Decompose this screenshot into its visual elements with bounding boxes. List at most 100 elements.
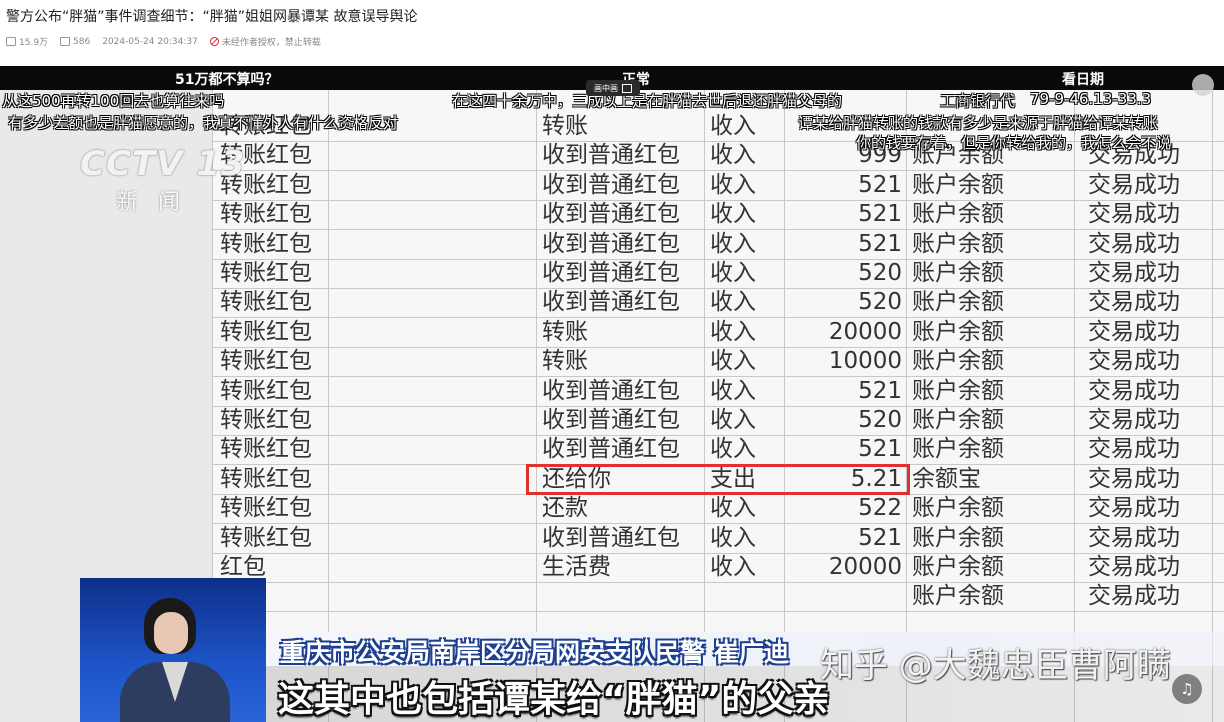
table-cell-desc: 收到普通红包 (542, 230, 680, 257)
table-cell-dir: 收入 (710, 142, 756, 169)
table-cell-amount: 521 (858, 201, 902, 228)
news-anchor-inset (80, 578, 266, 722)
table-cell-acct: 账户余额 (912, 201, 1004, 228)
comment-count[interactable]: 586 (60, 37, 90, 47)
table-cell-amount: 522 (858, 495, 902, 522)
table-cell-amount: 20000 (828, 554, 902, 580)
table-cell-desc: 转账 (542, 113, 588, 139)
table-cell-dir: 收入 (710, 495, 756, 522)
table-cell-acct: 账户余额 (912, 289, 1004, 316)
table-cell-desc: 收到普通红包 (542, 142, 680, 169)
table-cell-amount: 520 (858, 260, 902, 286)
table-cell-type: 转账红包 (220, 318, 312, 345)
table-cell-acct: 账户余额 (912, 260, 1004, 286)
table-cell-type: 转账红包 (220, 348, 312, 375)
table-cell-dir: 收入 (710, 524, 756, 551)
table-cell-status: 交易成功 (1088, 524, 1180, 551)
table-cell-desc: 收到普通红包 (542, 260, 680, 286)
video-corner-button[interactable] (1192, 74, 1214, 96)
table-row: 账户余额 交易成功 (212, 582, 1224, 613)
table-row: 转账红包 收到普通红包 收入 520 账户余额 交易成功 (212, 406, 1224, 436)
table-row: 转账红包 收到普通红包 收入 521 账户余额 交易成功 (212, 524, 1224, 554)
danmaku-comment: 工商银行代 (940, 92, 1016, 110)
table-cell-acct: 账户余额 (912, 436, 1004, 463)
danmaku-comment: 谭某给胖猫转账的钱款有多少是来源于胖猫给谭某转账 (798, 114, 1159, 132)
table-cell-status: 交易成功 (1088, 260, 1180, 286)
table-cell-status: 交易成功 (1088, 495, 1180, 522)
table-row: 转账红包 转账 收入 10000 账户余额 交易成功 (212, 347, 1224, 378)
table-cell-type: 转账红包 (220, 201, 312, 228)
table-cell-dir: 收入 (710, 230, 756, 257)
table-cell-amount: 521 (858, 436, 902, 463)
table-cell-type: 转账红包 (220, 377, 312, 404)
table-cell-status: 交易成功 (1088, 583, 1180, 610)
table-cell-type: 转账红包 (220, 465, 312, 492)
danmaku-comment: 在这四十余万中，三成以上是在胖猫去世后退还胖猫父母的 (452, 92, 843, 110)
pip-icon (622, 83, 632, 93)
table-cell-desc: 生活费 (542, 554, 611, 580)
cctv-logo: CCTV 13 (80, 144, 246, 184)
table-cell-dir: 收入 (710, 407, 756, 433)
danmaku-comment: 有多少差额也是胖猫愿意的，我真不懂外人有什么资格反对 (8, 114, 399, 132)
table-cell-amount: 10000 (828, 348, 902, 375)
table-cell-desc: 转账 (542, 348, 588, 375)
table-row: 转账红包 收到普通红包 收入 520 账户余额 交易成功 (212, 288, 1224, 319)
table-cell-amount: 20000 (828, 318, 902, 345)
table-cell-status: 交易成功 (1088, 289, 1180, 316)
table-cell-dir: 收入 (710, 113, 756, 139)
table-cell-status: 交易成功 (1088, 230, 1180, 257)
table-cell-desc: 收到普通红包 (542, 407, 680, 433)
table-cell-dir: 收入 (710, 348, 756, 375)
table-row: 转账红包 转账 收入 20000 账户余额 交易成功 (212, 318, 1224, 348)
table-cell-amount: 520 (858, 289, 902, 316)
view-count: 15.9万 (6, 35, 48, 48)
table-cell-amount: 521 (858, 230, 902, 257)
table-cell-acct: 账户余额 (912, 554, 1004, 580)
table-row: 转账红包 还款 收入 522 账户余额 交易成功 (212, 494, 1224, 525)
table-cell-dir: 收入 (710, 171, 756, 198)
table-cell-desc: 收到普通红包 (542, 436, 680, 463)
article-title: 警方公布“胖猫”事件调查细节：“胖猫”姐姐网暴谭某 故意误导舆论 (6, 9, 418, 25)
table-cell-acct: 余额宝 (912, 465, 981, 492)
video-player[interactable]: 转账红包 转账 收入 转账红包 收到普通红包 收入 999 账户余额 交易成功 转账红包 收到普通红… (0, 66, 1224, 722)
table-cell-acct: 账户余额 (912, 407, 1004, 433)
highlight-box (526, 463, 910, 495)
table-cell-dir: 收入 (710, 436, 756, 463)
table-cell-status: 交易成功 (1088, 465, 1180, 492)
table-cell-desc: 收到普通红包 (542, 201, 680, 228)
forbidden-icon (209, 37, 219, 46)
table-cell-amount: 521 (858, 377, 902, 404)
table-cell-type: 转账红包 (220, 436, 312, 463)
danmaku-comment: 79-9-46.13-33.3 (1030, 90, 1152, 108)
comment-icon (60, 37, 71, 46)
table-cell-desc: 收到普通红包 (542, 524, 680, 551)
table-cell-dir: 收入 (710, 377, 756, 404)
table-row: 红包 生活费 收入 20000 账户余额 交易成功 (212, 553, 1224, 583)
table-cell-status: 交易成功 (1088, 318, 1180, 345)
article-meta: 15.9万 586 2024-05-24 20:34:37 未经作者授权，禁止转… (6, 35, 321, 48)
zhihu-watermark: 知乎 @大魏忠臣曹阿瞒 (820, 646, 1171, 686)
table-cell-acct: 账户余额 (912, 318, 1004, 345)
copyright-notice: 未经作者授权，禁止转载 (209, 35, 321, 48)
play-icon (6, 37, 16, 46)
table-cell-desc: 转账 (542, 318, 588, 345)
volume-icon[interactable]: ♫ (1172, 674, 1202, 704)
table-row: 转账红包 收到普通红包 收入 520 账户余额 交易成功 (212, 259, 1224, 289)
table-cell-amount: 520 (858, 407, 902, 433)
table-cell-type: 转账红包 (220, 495, 312, 522)
picture-in-picture-button[interactable]: 画中画 (586, 80, 640, 96)
table-cell-status: 交易成功 (1088, 554, 1180, 580)
table-row: 转账红包 收到普通红包 收入 521 账户余额 交易成功 (212, 171, 1224, 201)
table-cell-desc: 还款 (542, 495, 588, 522)
publish-time: 2024-05-24 20:34:37 (102, 36, 198, 47)
cctv-logo-sub: 新闻 (116, 190, 201, 215)
table-cell-status: 交易成功 (1088, 171, 1180, 198)
table-cell-type: 转账红包 (220, 230, 312, 257)
table-cell-amount (784, 582, 902, 611)
top-caption-right: 看日期 (1062, 72, 1104, 88)
table-cell-dir: 收入 (710, 318, 756, 345)
table-cell-type: 转账红包 (220, 407, 312, 433)
table-cell-acct: 账户余额 (912, 348, 1004, 375)
transaction-table: 转账红包 转账 收入 转账红包 收到普通红包 收入 999 账户余额 交易成功 转账红包 收到普通红… (212, 90, 1224, 722)
table-cell-amount: 521 (858, 171, 902, 198)
